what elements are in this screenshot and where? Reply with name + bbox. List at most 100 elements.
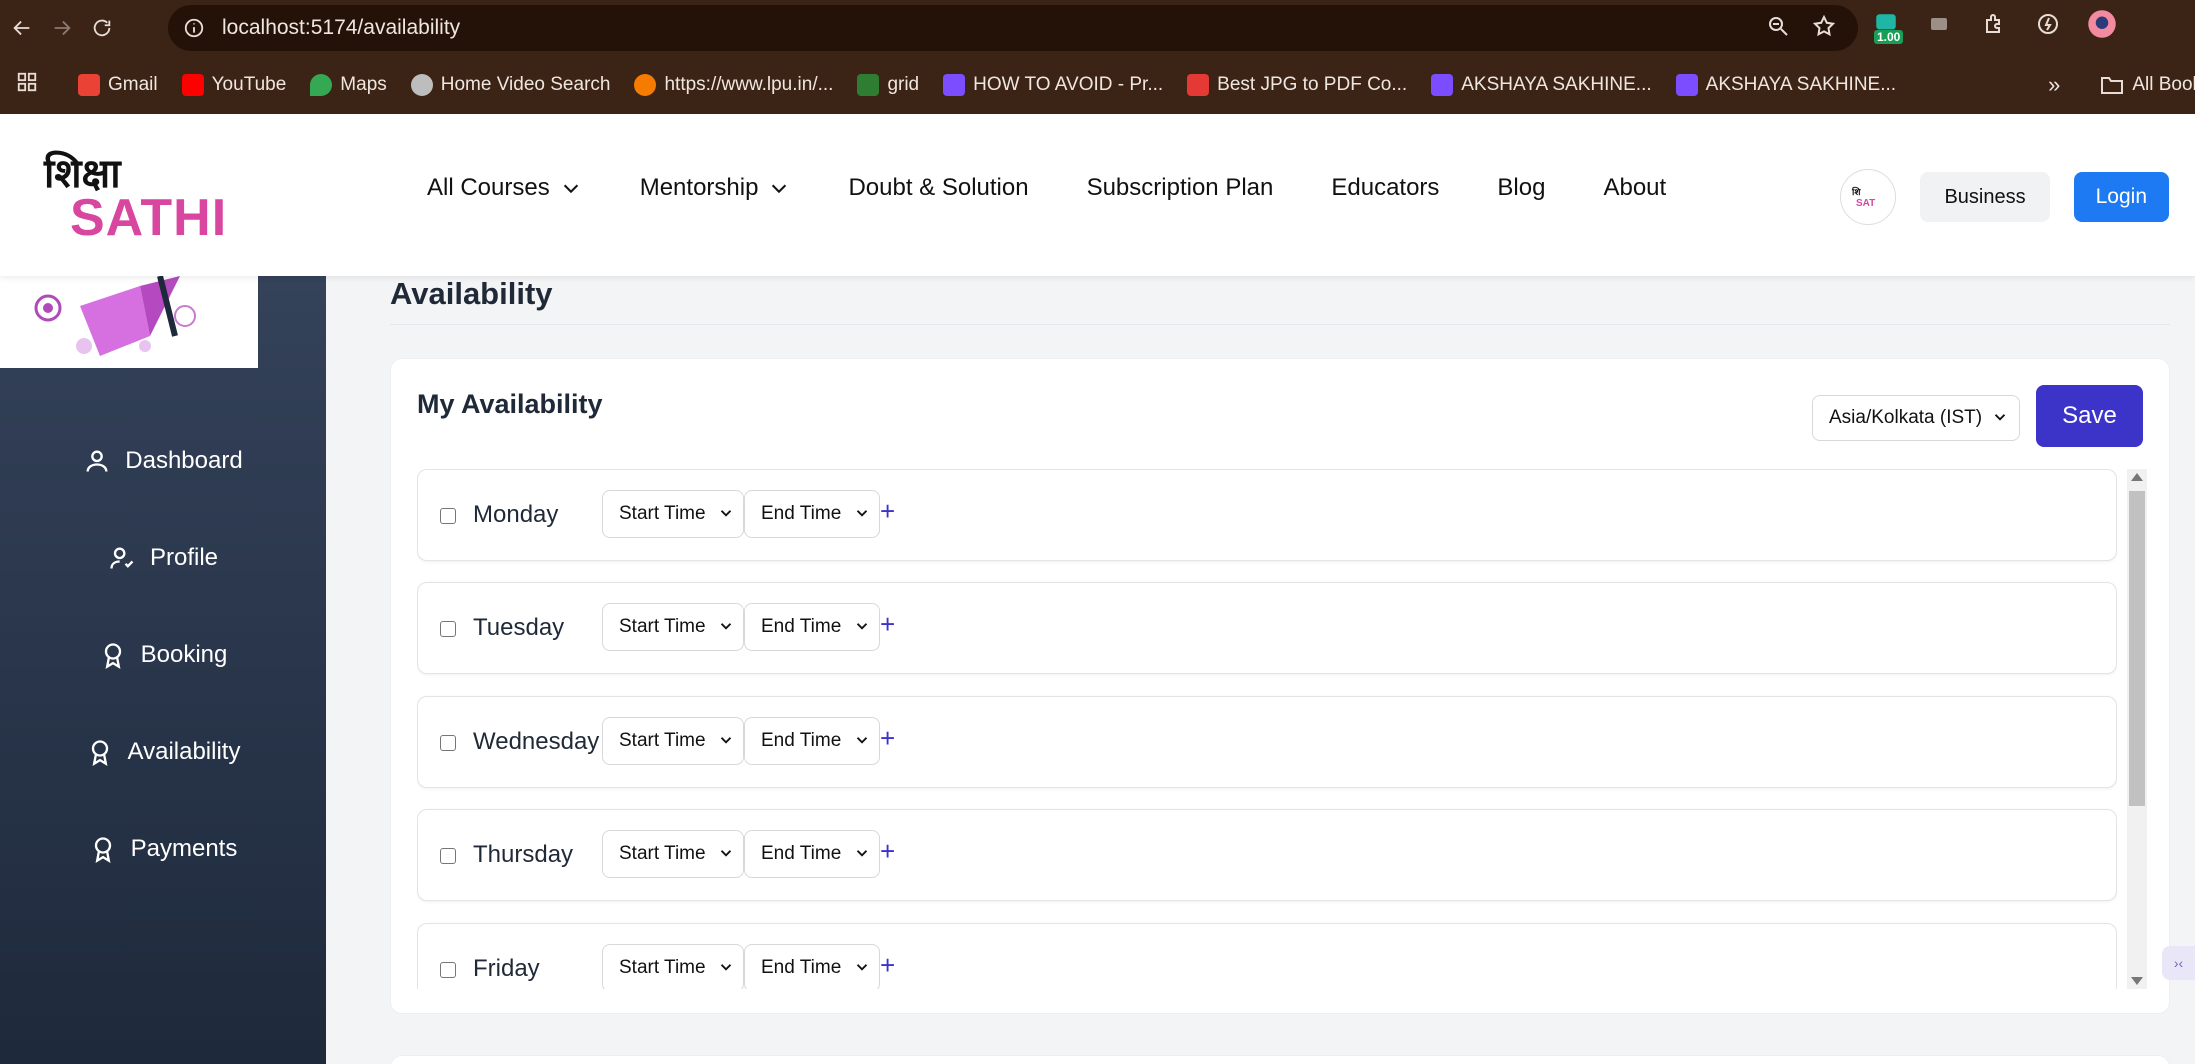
bookmark-jpg-to-pdf[interactable]: Best JPG to PDF Co... [1187, 74, 1407, 96]
performance-icon[interactable] [2032, 8, 2064, 40]
day-checkbox[interactable] [440, 621, 456, 637]
day-row-friday: Friday Start Time End Time + [417, 923, 2117, 989]
end-time-select[interactable]: End Time [744, 944, 880, 989]
sidebar-item-availability[interactable]: Availability [0, 703, 326, 800]
end-time-select[interactable]: End Time [744, 603, 880, 651]
add-slot-button[interactable]: + [880, 950, 895, 981]
days-list: Monday Start Time End Time + Tuesday Sta… [417, 469, 2117, 989]
doc-icon [1675, 74, 1698, 96]
end-time-select[interactable]: End Time [744, 490, 880, 538]
media-icon[interactable] [1924, 8, 1956, 40]
main-nav: All Courses Mentorship Doubt & Solution … [427, 174, 1666, 202]
day-name: Thursday [473, 841, 574, 868]
day-checkbox[interactable] [440, 848, 456, 864]
forward-icon[interactable] [44, 10, 80, 46]
bookmark-grid[interactable]: grid [857, 74, 919, 96]
start-time-select[interactable]: Start Time [602, 944, 744, 989]
end-time-select[interactable]: End Time [744, 830, 880, 878]
save-button[interactable]: Save [2036, 385, 2143, 447]
side-panel-toggle-icon[interactable]: ›‹ [2162, 946, 2195, 980]
bookmark-maps[interactable]: Maps [310, 74, 387, 96]
nav-educators[interactable]: Educators [1331, 174, 1439, 202]
award-icon [104, 642, 121, 669]
sidebar-item-payments[interactable]: Payments [0, 800, 326, 897]
site-info-icon[interactable] [182, 16, 206, 40]
svg-text:शि: शि [1851, 186, 1861, 198]
all-bookmarks[interactable]: All Bookmark [2100, 74, 2195, 96]
nav-about[interactable]: About [1603, 174, 1666, 202]
back-icon[interactable] [4, 10, 40, 46]
end-time-select[interactable]: End Time [744, 717, 880, 765]
zoom-icon[interactable] [1766, 14, 1790, 43]
extension-icon[interactable]: 1.00 [1870, 8, 1904, 44]
chevron-down-icon [720, 623, 732, 630]
sidebar-illustration [0, 276, 258, 368]
nav-doubt-solution[interactable]: Doubt & Solution [848, 174, 1028, 202]
title-divider [390, 324, 2170, 325]
add-slot-button[interactable]: + [880, 609, 895, 640]
extensions-puzzle-icon[interactable] [1978, 8, 2010, 40]
doc-icon [1431, 74, 1454, 96]
profile-avatar-icon[interactable] [2086, 8, 2118, 40]
scrollbar-thumb[interactable] [2129, 491, 2145, 806]
scroll-down-arrow-icon[interactable] [2131, 977, 2143, 985]
day-checkbox[interactable] [440, 508, 456, 524]
nav-blog[interactable]: Blog [1497, 174, 1545, 202]
apps-grid-icon[interactable] [16, 71, 38, 99]
chevron-down-icon [720, 737, 732, 744]
bookmark-akshaya-1[interactable]: AKSHAYA SAKHINE... [1431, 74, 1652, 96]
bookmark-how-to-avoid[interactable]: HOW TO AVOID - Pr... [943, 74, 1163, 96]
url-text[interactable]: localhost:5174/availability [222, 16, 460, 40]
business-button[interactable]: Business [1920, 172, 2050, 222]
chevron-down-icon [856, 510, 868, 517]
page-title: Availability [390, 276, 553, 311]
bookmarks-bar: Gmail YouTube Maps Home Video Search htt… [0, 56, 2195, 114]
add-slot-button[interactable]: + [880, 496, 895, 527]
chevron-down-icon [720, 964, 732, 971]
timezone-select[interactable]: Asia/Kolkata (IST) [1812, 395, 2020, 441]
nav-mentorship[interactable]: Mentorship [640, 174, 791, 202]
logo-sathi: SATHI [70, 189, 228, 247]
day-row-thursday: Thursday Start Time End Time + [417, 809, 2117, 901]
start-time-select[interactable]: Start Time [602, 717, 744, 765]
add-slot-button[interactable]: + [880, 723, 895, 754]
sidebar: Dashboard Profile Booking Availability P… [0, 276, 326, 1064]
bookmark-home-video-search[interactable]: Home Video Search [410, 74, 610, 96]
user-avatar[interactable]: शि SAT [1840, 169, 1897, 225]
award-icon [91, 739, 108, 766]
user-check-icon [110, 547, 134, 569]
bookmark-gmail[interactable]: Gmail [78, 74, 158, 96]
address-bar[interactable]: localhost:5174/availability [168, 5, 1858, 51]
logo[interactable]: शिक्षा SATHI [44, 144, 226, 247]
bookmark-akshaya-2[interactable]: AKSHAYA SAKHINE... [1675, 74, 1896, 96]
bookmark-lpu[interactable]: https://www.lpu.in/... [634, 74, 833, 96]
bookmark-star-icon[interactable] [1812, 14, 1836, 43]
start-time-select[interactable]: Start Time [602, 490, 744, 538]
reload-icon[interactable] [84, 10, 120, 46]
day-row-monday: Monday Start Time End Time + [417, 469, 2117, 561]
day-checkbox[interactable] [440, 962, 456, 978]
chevron-down-icon [720, 850, 732, 857]
sidebar-item-profile[interactable]: Profile [0, 509, 326, 606]
nav-all-courses[interactable]: All Courses [427, 174, 582, 202]
day-checkbox[interactable] [440, 735, 456, 751]
sidebar-item-booking[interactable]: Booking [0, 606, 326, 703]
sidebar-item-dashboard[interactable]: Dashboard [0, 412, 326, 509]
sidebar-nav: Dashboard Profile Booking Availability P… [0, 412, 326, 897]
browser-toolbar: localhost:5174/availability 1.00 [0, 0, 2195, 56]
bookmark-youtube[interactable]: YouTube [181, 74, 286, 96]
chevron-down-icon [563, 184, 578, 194]
start-time-select[interactable]: Start Time [602, 603, 744, 651]
scroll-up-arrow-icon[interactable] [2131, 473, 2143, 481]
site-header: शिक्षा SATHI All Courses Mentorship Doub… [0, 114, 2195, 276]
grid-w-icon [857, 74, 880, 96]
secondary-card [390, 1055, 2170, 1064]
chevron-down-icon [772, 184, 787, 194]
login-button[interactable]: Login [2073, 172, 2169, 222]
availability-card: My Availability Asia/Kolkata (IST) Save … [390, 358, 2170, 1014]
nav-subscription-plan[interactable]: Subscription Plan [1087, 174, 1274, 202]
start-time-select[interactable]: Start Time [602, 830, 744, 878]
days-scrollbar[interactable] [2127, 469, 2147, 989]
add-slot-button[interactable]: + [880, 836, 895, 867]
more-bookmarks-icon[interactable]: » [2048, 72, 2060, 98]
